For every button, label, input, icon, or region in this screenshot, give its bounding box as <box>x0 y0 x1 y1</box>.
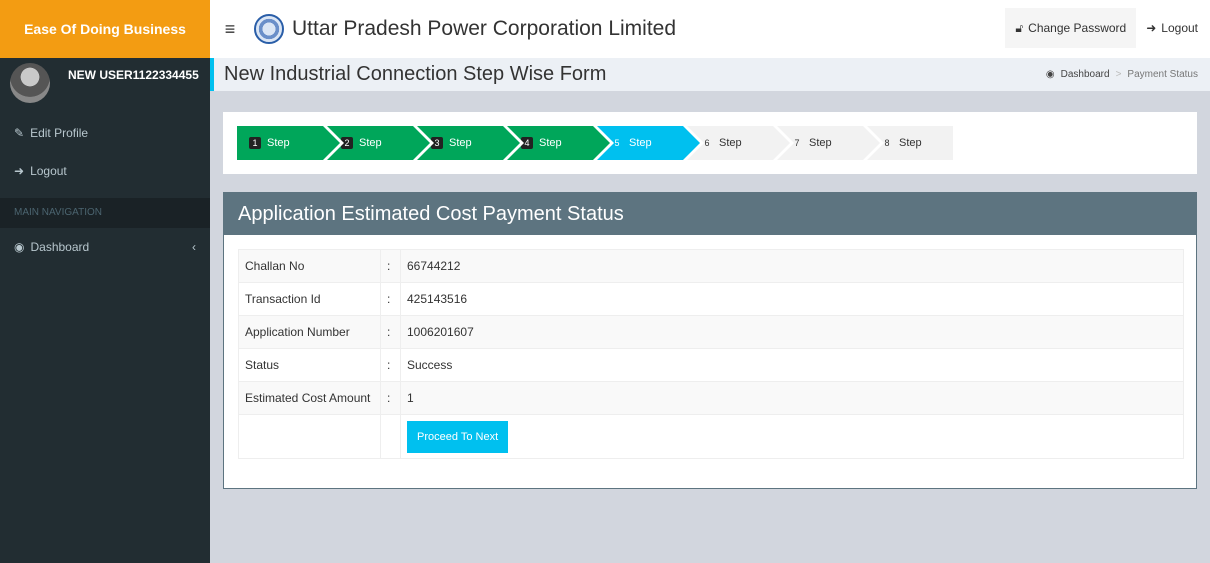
row-value: 1 <box>400 381 1184 415</box>
sign-out-icon: ➜ <box>1146 21 1157 35</box>
dashboard-icon: ◉ <box>14 240 25 254</box>
sidebar-item-label: Dashboard <box>30 240 90 254</box>
row-value: 425143516 <box>400 282 1184 316</box>
logout-label: Logout <box>1161 21 1198 35</box>
row-value: Success <box>400 348 1184 382</box>
page-title: New Industrial Connection Step Wise Form <box>224 63 607 85</box>
sidebar-logout-label: Logout <box>30 164 67 178</box>
step-number: 7 <box>794 138 800 148</box>
sign-out-icon: ➜ <box>14 164 25 178</box>
step-label: Step <box>809 137 832 149</box>
step-number: 1 <box>249 137 261 149</box>
breadcrumb-dashboard-link[interactable]: Dashboard <box>1061 69 1110 80</box>
change-password-label: Change Password <box>1028 21 1127 35</box>
step-label: Step <box>359 137 382 149</box>
edit-profile-link[interactable]: ✎ Edit Profile <box>0 114 210 152</box>
content-header: New Industrial Connection Step Wise Form… <box>210 58 1210 91</box>
row-label: Transaction Id <box>238 282 381 316</box>
step-label: Step <box>267 137 290 149</box>
empty-cell <box>238 414 381 459</box>
corporation-seal-logo <box>254 14 284 44</box>
table-row: Challan No : 66744212 <box>238 249 1184 283</box>
sidebar-logout-link[interactable]: ➜ Logout <box>0 152 210 190</box>
step-label: Step <box>629 137 652 149</box>
step-label: Step <box>449 137 472 149</box>
row-colon: : <box>380 348 401 382</box>
brand-logo[interactable]: Ease Of Doing Business <box>0 0 210 58</box>
step-label: Step <box>539 137 562 149</box>
step-wizard: 1 Step 2 Step 3 Step 4 Step 5 Step 6 Step 7 Ste… <box>237 126 957 160</box>
step-number: 2 <box>341 137 353 149</box>
table-row: Application Number : 1006201607 <box>238 315 1184 349</box>
step-number: 4 <box>521 137 533 149</box>
table-row: Transaction Id : 425143516 <box>238 282 1184 316</box>
row-colon: : <box>380 381 401 415</box>
row-label: Estimated Cost Amount <box>238 381 381 415</box>
step-1[interactable]: 1 Step <box>237 126 340 160</box>
breadcrumb-separator: > <box>1115 69 1122 80</box>
avatar <box>10 63 50 103</box>
dashboard-icon: ◉ <box>1045 69 1055 80</box>
logout-link[interactable]: ➜ Logout <box>1136 8 1210 48</box>
breadcrumb-current: Payment Status <box>1127 69 1198 80</box>
change-password-link[interactable]: 🔓︎ Change Password <box>1005 8 1137 48</box>
table-row: Proceed To Next <box>238 414 1184 459</box>
menu-toggle-icon[interactable]: ≡ <box>210 0 250 58</box>
row-label: Application Number <box>238 315 381 349</box>
box-title: Application Estimated Cost Payment Statu… <box>224 193 1196 235</box>
empty-cell <box>380 414 401 459</box>
row-colon: : <box>380 282 401 316</box>
payment-status-box: Application Estimated Cost Payment Statu… <box>223 192 1197 489</box>
step-number: 3 <box>431 137 443 149</box>
row-value: 66744212 <box>400 249 1184 283</box>
edit-profile-label: Edit Profile <box>30 126 89 140</box>
chevron-left-icon: ‹ <box>192 240 196 254</box>
step-number: 6 <box>704 138 710 148</box>
lock-icon: 🔓︎ <box>1015 20 1024 35</box>
table-row: Status : Success <box>238 348 1184 382</box>
username: NEW USER1122334455 <box>68 68 199 82</box>
step-label: Step <box>719 137 742 149</box>
step-label: Step <box>899 137 922 149</box>
sidebar-item-dashboard[interactable]: ◉ Dashboard ‹ <box>0 228 210 266</box>
user-panel: NEW USER1122334455 <box>0 58 210 108</box>
step-number: 8 <box>884 138 890 148</box>
row-label: Challan No <box>238 249 381 283</box>
main-navigation-header: MAIN NAVIGATION <box>0 198 210 228</box>
table-row: Estimated Cost Amount : 1 <box>238 381 1184 415</box>
top-right-menu: 🔓︎ Change Password ➜ Logout <box>1005 8 1210 48</box>
sidebar: NEW USER1122334455 ✎ Edit Profile ➜ Logo… <box>0 58 210 563</box>
top-bar: Ease Of Doing Business ≡ Uttar Pradesh P… <box>0 0 1210 58</box>
edit-icon: ✎ <box>14 126 25 140</box>
steps-panel: 1 Step 2 Step 3 Step 4 Step 5 Step 6 Step 7 Ste… <box>223 112 1197 174</box>
corporation-title: Uttar Pradesh Power Corporation Limited <box>292 17 677 40</box>
row-label: Status <box>238 348 381 382</box>
step-number: 5 <box>614 138 620 148</box>
breadcrumb: ◉ Dashboard > Payment Status <box>1046 69 1198 80</box>
row-colon: : <box>380 315 401 349</box>
row-colon: : <box>380 249 401 283</box>
action-cell: Proceed To Next <box>400 414 1184 459</box>
payment-status-table: Challan No : 66744212 Transaction Id : 4… <box>238 249 1184 459</box>
row-value: 1006201607 <box>400 315 1184 349</box>
proceed-to-next-button[interactable]: Proceed To Next <box>407 420 509 453</box>
